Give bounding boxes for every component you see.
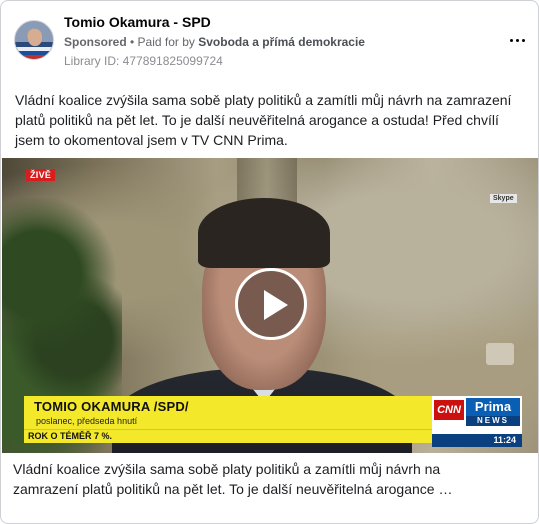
paid-for-prefix: • Paid for by (126, 35, 199, 49)
lower-third-role: poslanec, předseda hnutí (36, 416, 138, 426)
sponsored-label: Sponsored (64, 35, 127, 49)
prima-logo: Prima (466, 398, 520, 416)
payer-name[interactable]: Svoboda a přímá demokracie (198, 35, 365, 49)
speaker-hair (198, 198, 330, 268)
ad-header: Tomio Okamura - SPD Sponsored • Paid for… (14, 13, 529, 73)
page-avatar[interactable] (14, 20, 54, 60)
ticker-text: ROK O TÉMĚŘ 7 %. (28, 431, 113, 441)
live-badge: ŽIVĚ (26, 169, 56, 181)
video-caption: Vládní koalice zvýšila sama sobě platy p… (13, 459, 527, 499)
more-options-button[interactable] (505, 31, 529, 49)
cnn-logo: CNN (434, 400, 464, 420)
ad-card: Tomio Okamura - SPD Sponsored • Paid for… (0, 0, 539, 524)
avatar-face (28, 29, 42, 46)
play-button[interactable] (235, 268, 307, 340)
lower-third: TOMIO OKAMURA /SPD/ poslanec, předseda h… (24, 396, 432, 429)
post-body-text: Vládní koalice zvýšila sama sobě platy p… (15, 92, 512, 148)
play-icon (264, 290, 288, 320)
sponsorship-line: Sponsored • Paid for by Svoboda a přímá … (64, 35, 365, 49)
lower-third-name: TOMIO OKAMURA /SPD/ (34, 399, 189, 414)
broadcast-clock: 11:24 (432, 434, 522, 447)
avatar-flag-stripe (15, 47, 53, 59)
more-dots-icon (509, 38, 513, 42)
caption-line-1: Vládní koalice zvýšila sama sobě platy p… (13, 461, 441, 477)
video-wall-socket (486, 343, 514, 365)
library-id: Library ID: 477891825099724 (64, 54, 223, 68)
news-logo: NEWS (466, 416, 520, 426)
news-ticker: ROK O TÉMĚŘ 7 %. (24, 429, 432, 443)
video-player[interactable]: ŽIVĚ Skype TOMIO OKAMURA /SPD/ poslanec,… (2, 158, 538, 453)
channel-logo: CNN Prima NEWS (432, 396, 522, 434)
caption-line-2: zamrazení platů politiků na pět let. To … (13, 481, 453, 497)
more-dots-icon (515, 38, 519, 42)
more-dots-icon (521, 38, 525, 42)
source-tag: Skype (490, 194, 517, 203)
page-name-link[interactable]: Tomio Okamura - SPD (64, 14, 211, 30)
